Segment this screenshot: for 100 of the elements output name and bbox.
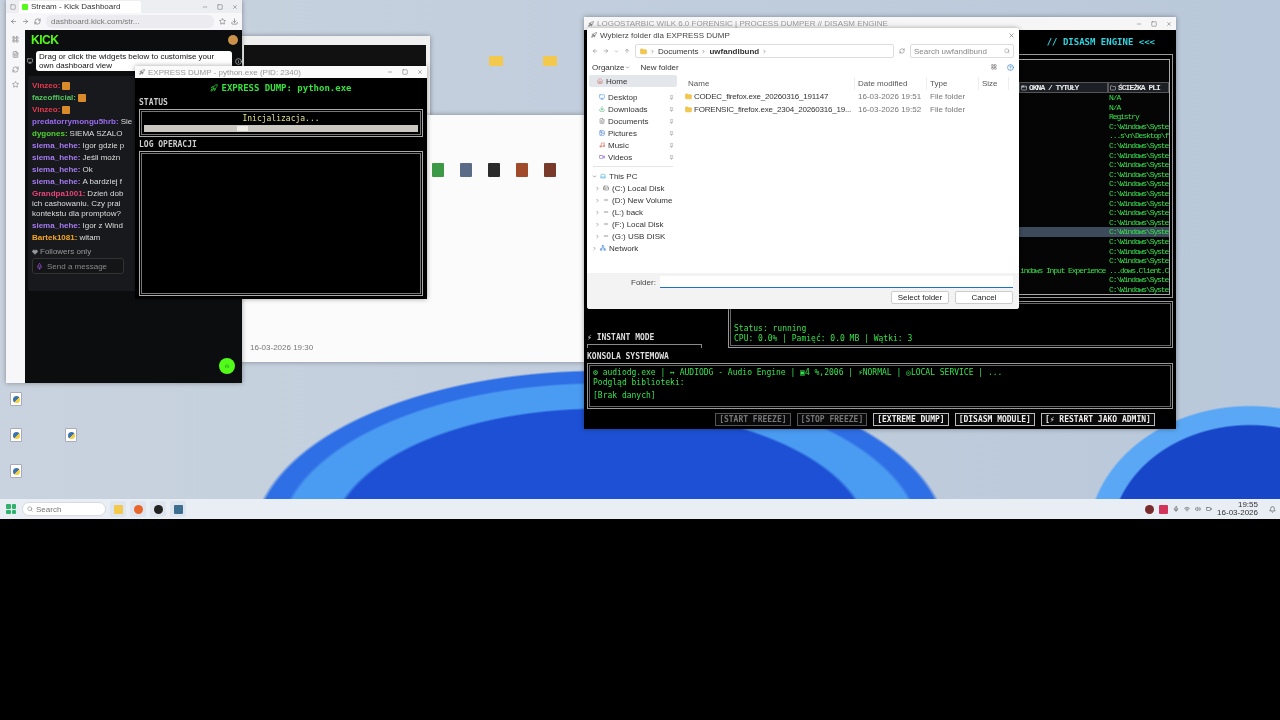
table-row[interactable]: C:\Windows\Syste: [1019, 275, 1169, 285]
table-row[interactable]: C:\Windows\Syste: [1019, 236, 1169, 247]
table-row[interactable]: C:\Windows\Syste: [1019, 284, 1169, 295]
nav-item[interactable]: (G:) USB DISK: [589, 230, 677, 242]
info-icon[interactable]: [235, 57, 242, 65]
chat-username[interactable]: Vinzeo:: [32, 105, 61, 115]
view-icon[interactable]: [991, 64, 997, 70]
table-row[interactable]: C:\Windows\Syste: [1019, 150, 1169, 161]
table-row[interactable]: N/A: [1019, 102, 1169, 113]
download-icon[interactable]: [231, 18, 238, 25]
table-row[interactable]: ...s\n\Desktop\f: [1019, 131, 1169, 141]
chat-username[interactable]: dygones:: [32, 129, 68, 139]
nav-item[interactable]: Network: [589, 242, 677, 254]
star-icon[interactable]: [219, 18, 226, 25]
python-file-icon[interactable]: [10, 392, 22, 406]
table-row[interactable]: C:\Windows\Syste: [1019, 169, 1169, 180]
search-field[interactable]: Search uwfandlbund: [910, 44, 1014, 58]
column-header[interactable]: Name: [685, 77, 855, 90]
message-field[interactable]: Send a message: [32, 258, 124, 274]
nav-item[interactable]: This PC: [589, 170, 677, 182]
maximize-button[interactable]: [217, 3, 223, 10]
chat-username[interactable]: Grandpa1001:: [32, 189, 86, 199]
action-button[interactable]: [EXTREME DUMP]: [873, 413, 949, 426]
file-icon[interactable]: [432, 163, 444, 177]
dialog-button[interactable]: Select folder: [891, 291, 949, 304]
chat-username[interactable]: siema_hehe:: [32, 165, 81, 175]
column-header[interactable]: Date modified: [855, 77, 927, 90]
nav-item[interactable]: Documents: [589, 115, 677, 127]
column-header[interactable]: OKNA / TYTUŁY: [1019, 82, 1108, 93]
maximize-button[interactable]: [402, 69, 408, 75]
action-button[interactable]: [⚡ RESTART JAKO ADMIN]: [1040, 413, 1155, 426]
chat-username[interactable]: Vinzeo:: [32, 81, 61, 91]
nav-item[interactable]: Desktop: [589, 91, 677, 103]
table-row[interactable]: C:\Windows\Syste: [1019, 217, 1169, 228]
taskbar-search-field[interactable]: Search: [22, 502, 106, 516]
star-icon[interactable]: [12, 81, 19, 88]
tab-overview-icon[interactable]: [10, 3, 16, 10]
browser-tab[interactable]: Stream - Kick Dashboard: [19, 0, 141, 13]
minimize-button[interactable]: [387, 69, 393, 75]
sidebar-icon[interactable]: [12, 36, 19, 43]
app-button[interactable]: [150, 501, 166, 517]
chat-username[interactable]: Bartek1081:: [32, 233, 78, 243]
clock[interactable]: 19:55 16-03-2026: [1217, 500, 1258, 518]
help-icon[interactable]: [1007, 63, 1014, 71]
chat-username[interactable]: siema_hehe:: [32, 221, 81, 231]
file-name[interactable]: FORENSIC_firefox.exe_2304_20260316_19...: [685, 105, 855, 114]
chat-username[interactable]: fazeofficial:: [32, 93, 76, 103]
nav-item[interactable]: Videos: [589, 151, 677, 163]
column-header[interactable]: Type: [927, 77, 979, 90]
chat-username[interactable]: predatorrymongu5hrb:: [32, 117, 119, 127]
nav-item[interactable]: Downloads: [589, 103, 677, 115]
forward-icon[interactable]: [22, 18, 29, 25]
column-header[interactable]: ŚCIEŻKA PLI: [1108, 82, 1169, 93]
close-button[interactable]: [1008, 31, 1015, 39]
file-icon[interactable]: [544, 163, 556, 177]
page-icon[interactable]: [12, 51, 19, 58]
chat-username[interactable]: siema_hehe:: [32, 141, 81, 151]
table-row[interactable]: C:\Windows\Syste: [1019, 256, 1169, 266]
close-button[interactable]: [232, 3, 238, 10]
organize-menu[interactable]: Organize: [592, 62, 631, 72]
close-button[interactable]: [417, 69, 423, 75]
nav-item[interactable]: Music: [589, 139, 677, 151]
breadcrumb-item[interactable]: Documents: [658, 46, 699, 56]
table-row[interactable]: C:\Windows\Syste: [1019, 208, 1169, 218]
file-icon[interactable]: [460, 163, 472, 177]
forward-icon[interactable]: [603, 48, 609, 54]
table-row[interactable]: C:\Windows\Syste: [1019, 227, 1169, 237]
action-button[interactable]: [DISASM MODULE]: [954, 413, 1035, 426]
table-row[interactable]: C:\Windows\Syste: [1019, 140, 1169, 151]
breadcrumb-item[interactable]: uwfandlbund: [709, 46, 760, 56]
nav-item[interactable]: (D:) New Volume: [589, 194, 677, 206]
table-row[interactable]: indows Input Experience ...dows.Client.C: [1019, 265, 1169, 276]
dialog-button[interactable]: Cancel: [955, 291, 1013, 304]
file-name[interactable]: CODEC_firefox.exe_20260316_191147: [685, 92, 855, 101]
maximize-button[interactable]: [1151, 20, 1157, 27]
start-button[interactable]: [4, 502, 18, 516]
chat-username[interactable]: siema_hehe:: [32, 177, 81, 187]
table-row[interactable]: C:\Windows\Syste: [1019, 160, 1169, 170]
mic-icon[interactable]: [1173, 506, 1180, 512]
nav-item[interactable]: (L:) back: [589, 206, 677, 218]
reload-icon[interactable]: [34, 18, 41, 25]
back-icon[interactable]: [592, 48, 598, 54]
table-row[interactable]: C:\Windows\Syste: [1019, 121, 1169, 132]
history-icon[interactable]: [12, 66, 19, 73]
table-row[interactable]: N/A: [1019, 93, 1169, 103]
support-button[interactable]: [219, 358, 235, 374]
address-bar[interactable]: Documents uwfandlbund: [635, 44, 894, 58]
table-row[interactable]: C:\Windows\Syste: [1019, 246, 1169, 257]
nav-item[interactable]: Home: [589, 75, 677, 87]
chat-username[interactable]: siema_hehe:: [32, 153, 81, 163]
python-file-icon[interactable]: [10, 464, 22, 478]
expanded-icon[interactable]: [592, 173, 597, 179]
python-file-icon[interactable]: [10, 428, 22, 442]
up-icon[interactable]: [624, 48, 630, 54]
close-button[interactable]: [1166, 20, 1172, 27]
wifi-icon[interactable]: [1184, 506, 1191, 512]
file-icon[interactable]: [516, 163, 528, 177]
python-file-icon[interactable]: [65, 428, 77, 442]
table-row[interactable]: C:\Windows\Syste: [1019, 198, 1169, 209]
nav-item[interactable]: (C:) Local Disk: [589, 182, 677, 194]
